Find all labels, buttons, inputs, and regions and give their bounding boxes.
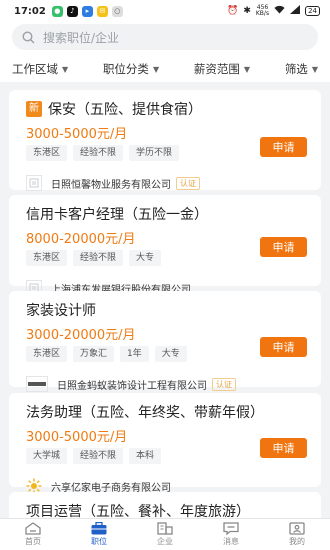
company-row: 日照恒馨物业服务有限公司 认证 bbox=[26, 171, 309, 195]
tab-jobs-label: 职位 bbox=[91, 537, 107, 546]
search-icon bbox=[22, 30, 35, 43]
wifi-icon bbox=[274, 5, 285, 17]
job-tag: 东港区 bbox=[26, 346, 68, 362]
apply-button[interactable]: 申请 bbox=[260, 438, 307, 458]
status-bar: 17:02 ● ♪ ▸ ✉ ○ ⏰ ✱ 456 KB/s 24 bbox=[0, 0, 330, 22]
signal-icon bbox=[290, 5, 301, 17]
job-tag: 大学城 bbox=[26, 448, 68, 464]
job-tag: 东港区 bbox=[26, 145, 68, 161]
filter-category[interactable]: 职位分类 ▼ bbox=[103, 61, 159, 77]
apply-button[interactable]: 申请 bbox=[260, 237, 307, 257]
job-tag: 经验不限 bbox=[73, 448, 124, 464]
job-title: 家装设计师 bbox=[26, 303, 96, 319]
search-placeholder: 搜索职位/企业 bbox=[43, 30, 120, 45]
job-card[interactable]: 法务助理（五险、年终奖、带薪年假） 3000-5000元/月 大学城 经验不限 … bbox=[9, 393, 321, 494]
alarm-icon: ⏰ bbox=[227, 6, 239, 16]
job-tag: 大专 bbox=[154, 346, 187, 362]
new-badge: 新 bbox=[26, 101, 42, 117]
caret-down-icon: ▼ bbox=[152, 64, 160, 74]
tab-messages[interactable]: 消息 bbox=[198, 519, 264, 550]
job-title-row: 家装设计师 bbox=[26, 300, 309, 320]
job-title: 法务助理（五险、年终奖、带薪年假） bbox=[26, 405, 264, 421]
notification-icon: ○ bbox=[111, 5, 123, 17]
apply-button[interactable]: 申请 bbox=[260, 337, 307, 357]
caret-down-icon: ▼ bbox=[311, 64, 318, 74]
job-title: 信用卡客户经理（五险一金） bbox=[26, 207, 208, 223]
tab-home[interactable]: 首页 bbox=[0, 519, 66, 550]
company-logo-icon bbox=[26, 175, 42, 191]
apply-button[interactable]: 申请 bbox=[260, 137, 307, 157]
filter-area[interactable]: 工作区域 ▼ bbox=[12, 61, 68, 77]
tab-messages-label: 消息 bbox=[223, 537, 239, 546]
status-time: 17:02 bbox=[14, 5, 46, 17]
tab-home-label: 首页 bbox=[25, 537, 41, 546]
job-card[interactable]: 新 保安（五险、提供食宿） 3000-5000元/月 东港区 经验不限 学历不限… bbox=[9, 90, 321, 191]
message-app-icon: ✉ bbox=[96, 5, 108, 17]
app-notification-icon: ● bbox=[51, 5, 63, 17]
filter-more[interactable]: 筛选 ▼ bbox=[285, 61, 318, 77]
profile-card-icon bbox=[289, 522, 305, 535]
job-title-row: 信用卡客户经理（五险一金） bbox=[26, 204, 309, 224]
filter-more-label: 筛选 bbox=[284, 62, 308, 76]
video-app-icon: ▸ bbox=[81, 5, 93, 17]
company-name: 日照金蚂蚁装饰设计工程有限公司 bbox=[57, 380, 207, 392]
briefcase-icon bbox=[91, 522, 107, 535]
home-icon bbox=[25, 522, 41, 535]
caret-down-icon: ▼ bbox=[62, 64, 69, 74]
network-speed: 456 KB/s bbox=[256, 5, 269, 17]
search-input[interactable]: 搜索职位/企业 bbox=[12, 24, 318, 50]
tab-company[interactable]: 企业 bbox=[132, 519, 198, 550]
bluetooth-icon: ✱ bbox=[243, 6, 251, 16]
tab-company-label: 企业 bbox=[157, 537, 173, 546]
filter-salary-label: 薪资范围 bbox=[193, 62, 240, 76]
tab-profile[interactable]: 我的 bbox=[264, 519, 330, 550]
company-name: 日照恒馨物业服务有限公司 bbox=[51, 179, 171, 191]
job-title-row: 法务助理（五险、年终奖、带薪年假） bbox=[26, 402, 309, 422]
bottom-tab-bar: 首页 职位 企业 消息 我的 bbox=[0, 518, 330, 550]
tab-profile-label: 我的 bbox=[289, 537, 305, 546]
network-speed-unit: KB/s bbox=[255, 10, 270, 17]
job-tag: 万象汇 bbox=[73, 346, 115, 362]
caret-down-icon: ▼ bbox=[243, 64, 251, 74]
message-icon bbox=[223, 522, 239, 535]
job-tag: 大专 bbox=[129, 250, 162, 266]
job-tag: 学历不限 bbox=[129, 145, 180, 161]
job-tag: 经验不限 bbox=[73, 250, 124, 266]
job-title-row: 新 保安（五险、提供食宿） bbox=[26, 99, 309, 119]
battery-indicator: 24 bbox=[305, 6, 320, 16]
filter-area-label: 工作区域 bbox=[12, 62, 58, 76]
filter-bar: 工作区域 ▼ 职位分类 ▼ 薪资范围 ▼ 筛选 ▼ bbox=[0, 56, 330, 82]
company-building-icon bbox=[157, 522, 173, 535]
verified-badge: 认证 bbox=[212, 377, 236, 391]
job-tag: 东港区 bbox=[26, 250, 68, 266]
company-logo-icon bbox=[26, 376, 48, 392]
job-tag: 本科 bbox=[129, 448, 162, 464]
job-card[interactable]: 信用卡客户经理（五险一金） 8000-20000元/月 东港区 经验不限 大专 … bbox=[9, 195, 321, 296]
tab-jobs[interactable]: 职位 bbox=[66, 519, 132, 550]
verified-badge: 认证 bbox=[176, 176, 200, 190]
job-title: 保安（五险、提供食宿） bbox=[48, 102, 202, 118]
filter-salary[interactable]: 薪资范围 ▼ bbox=[194, 61, 250, 77]
search-bar: 搜索职位/企业 bbox=[0, 22, 330, 56]
filter-category-label: 职位分类 bbox=[102, 62, 149, 76]
job-card[interactable]: 家装设计师 3000-20000元/月 东港区 万象汇 1年 大专 申请 日照金… bbox=[9, 291, 321, 392]
tiktok-icon: ♪ bbox=[66, 5, 78, 17]
job-tag: 经验不限 bbox=[73, 145, 124, 161]
job-tag: 1年 bbox=[120, 346, 149, 362]
